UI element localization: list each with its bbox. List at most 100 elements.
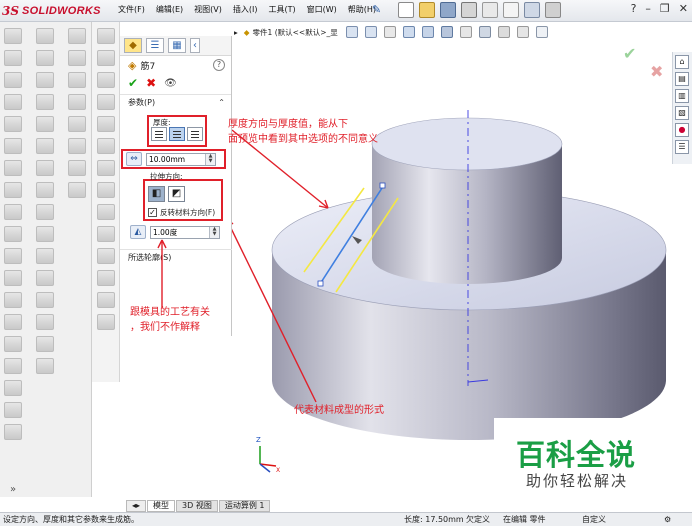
status-custom[interactable]: 自定义 — [582, 513, 606, 526]
appearance-icon[interactable] — [478, 26, 491, 38]
scene-icon[interactable] — [497, 26, 510, 38]
parallel-to-sketch-button[interactable]: ◧ — [148, 186, 165, 202]
tab-3d-view[interactable]: 3D 视图 — [176, 500, 218, 512]
tree-icon-b[interactable] — [97, 50, 115, 66]
feature-tool-a-icon[interactable] — [68, 28, 86, 44]
chamfer-icon[interactable] — [4, 204, 22, 220]
feature-tool-b-icon[interactable] — [68, 50, 86, 66]
thickness-spinner[interactable]: ▲ ▼ — [205, 153, 215, 165]
tree-icon-c[interactable] — [97, 72, 115, 88]
pin-icon[interactable]: ✎ — [372, 3, 381, 16]
smart-dim-icon[interactable] — [36, 314, 54, 330]
undo-icon[interactable] — [482, 2, 498, 18]
thickness-second-side-button[interactable] — [187, 127, 203, 141]
feature-tool-h-icon[interactable] — [68, 182, 86, 198]
extrude-icon[interactable] — [4, 28, 22, 44]
tree-icon-m[interactable] — [97, 292, 115, 308]
tree-icon-a[interactable] — [97, 28, 115, 44]
section-view-icon[interactable] — [402, 26, 415, 38]
revolve-icon[interactable] — [4, 50, 22, 66]
dome-icon[interactable] — [36, 94, 54, 110]
polygon-icon[interactable] — [4, 358, 22, 374]
tree-expand-icon[interactable]: ▸ — [234, 28, 238, 37]
previous-view-icon[interactable] — [383, 26, 396, 38]
property-manager-tab[interactable]: ☰ — [146, 38, 164, 53]
display-style-icon[interactable] — [440, 26, 453, 38]
view-settings-icon[interactable] — [516, 26, 529, 38]
flip-material-row[interactable]: ✓ 反转材料方向(F) — [148, 207, 215, 218]
draft-spinner[interactable]: ▲ ▼ — [209, 226, 219, 238]
menu-edit[interactable]: 编辑(E) — [156, 4, 183, 15]
menu-window[interactable]: 窗口(W) — [307, 4, 337, 15]
help-icon[interactable]: ? — [631, 2, 637, 15]
flip-material-checkbox[interactable]: ✓ — [148, 208, 157, 217]
instant3d-icon[interactable] — [36, 204, 54, 220]
cancel-x-icon[interactable]: ✖ — [146, 76, 156, 90]
boundary-icon[interactable] — [4, 116, 22, 132]
confirm-corner-check-icon[interactable]: ✔ — [623, 44, 636, 63]
menu-view[interactable]: 视图(V) — [194, 4, 222, 15]
monitor-icon[interactable] — [535, 26, 548, 38]
fillet-icon[interactable] — [4, 182, 22, 198]
help-button[interactable]: ? — [213, 59, 225, 71]
configuration-manager-tab[interactable]: ▦ — [168, 38, 186, 53]
feature-tool-g-icon[interactable] — [68, 160, 86, 176]
thickness-first-side-button[interactable] — [151, 127, 167, 141]
rebuild-icon[interactable] — [524, 2, 540, 18]
hole-icon[interactable] — [4, 160, 22, 176]
feature-tool-e-icon[interactable] — [68, 116, 86, 132]
trim-icon[interactable] — [36, 226, 54, 242]
preview-eye-icon[interactable]: 👁 — [164, 78, 177, 89]
offset-icon[interactable] — [36, 248, 54, 264]
cancel-corner-x-icon[interactable]: ✖ — [650, 62, 663, 81]
pattern-icon[interactable] — [36, 116, 54, 132]
ok-check-icon[interactable]: ✔ — [128, 76, 138, 90]
cut-icon[interactable] — [4, 138, 22, 154]
collapse-chevron-icon[interactable]: » — [10, 484, 16, 495]
tree-icon-j[interactable] — [97, 226, 115, 242]
menu-insert[interactable]: 插入(I) — [233, 4, 258, 15]
print-icon[interactable] — [461, 2, 477, 18]
tree-icon-g[interactable] — [97, 160, 115, 176]
rib-icon[interactable] — [4, 226, 22, 242]
options-icon[interactable] — [545, 2, 561, 18]
menu-file[interactable]: 文件(F) — [118, 4, 145, 15]
sweep-icon[interactable] — [4, 72, 22, 88]
save-icon[interactable] — [440, 2, 456, 18]
tree-icon-l[interactable] — [97, 270, 115, 286]
feature-tool-c-icon[interactable] — [68, 72, 86, 88]
restore-icon[interactable]: ❐ — [660, 2, 670, 15]
rectangle-icon[interactable] — [4, 270, 22, 286]
feature-tool-f-icon[interactable] — [68, 138, 86, 154]
ref-geometry-icon[interactable] — [36, 160, 54, 176]
tree-icon-h[interactable] — [97, 182, 115, 198]
shell-icon[interactable] — [36, 28, 54, 44]
repair-icon[interactable] — [36, 336, 54, 352]
open-icon[interactable] — [419, 2, 435, 18]
spline-icon[interactable] — [4, 336, 22, 352]
zoom-area-icon[interactable] — [364, 26, 377, 38]
relations-icon[interactable] — [36, 292, 54, 308]
params-group-header[interactable]: 参数(P) ⌃ — [120, 94, 231, 110]
tree-icon-i[interactable] — [97, 204, 115, 220]
circle-icon[interactable] — [4, 292, 22, 308]
new-doc-icon[interactable] — [398, 2, 414, 18]
tab-scroll-icon[interactable]: ◂▸ — [126, 500, 147, 512]
minimize-icon[interactable]: – — [645, 2, 651, 15]
feature-tool-d-icon[interactable] — [68, 94, 86, 110]
chevron-up-icon[interactable]: ⌃ — [218, 98, 225, 107]
tab-motion-study[interactable]: 运动算例 1 — [218, 500, 271, 512]
wrap-icon[interactable] — [36, 72, 54, 88]
tab-model[interactable]: 模型 — [147, 500, 176, 512]
feature-manager-tab[interactable]: ◆ — [124, 38, 142, 53]
hide-show-icon[interactable] — [459, 26, 472, 38]
thickness-value-input[interactable] — [147, 154, 205, 164]
move-icon[interactable] — [36, 270, 54, 286]
menu-tools[interactable]: 工具(T) — [268, 4, 295, 15]
arc-icon[interactable] — [4, 314, 22, 330]
thickness-both-sides-button[interactable] — [169, 127, 185, 141]
close-icon[interactable]: ✕ — [679, 2, 688, 15]
status-settings-icon[interactable]: ⚙ — [664, 513, 671, 526]
curves-icon[interactable] — [36, 182, 54, 198]
view-orientation-icon[interactable] — [421, 26, 434, 38]
